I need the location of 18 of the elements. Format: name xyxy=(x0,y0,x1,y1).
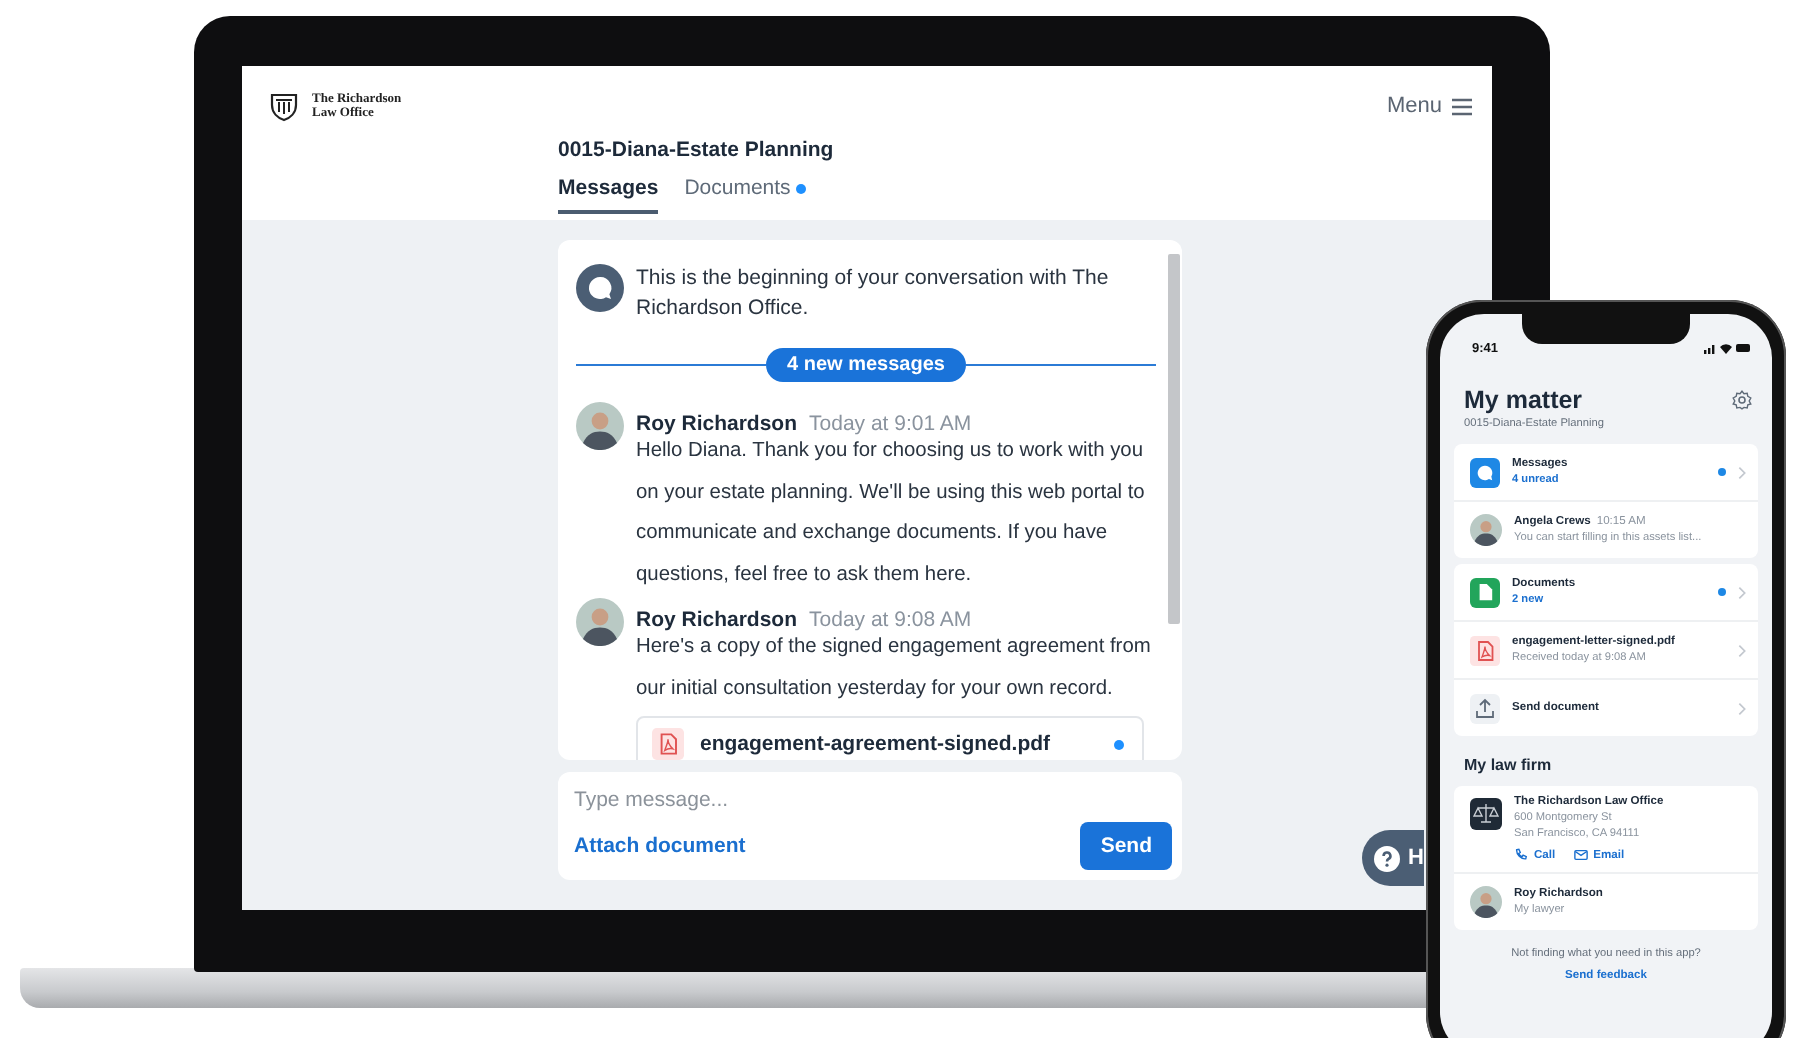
section-heading: My law firm xyxy=(1462,754,1554,778)
message-text: Here's a copy of the signed engagement agreement from our initial consultation yesterday for your own record. xyxy=(636,634,1153,703)
message-time: Today at 9:01 AM xyxy=(809,412,972,436)
conversation-intro: This is the beginning of your conversation with The Richardson Office. xyxy=(636,264,1111,324)
message-time: Today at 9:08 AM xyxy=(809,608,972,632)
screen-title: My matter xyxy=(1464,386,1583,414)
author-name: Roy Richardson xyxy=(636,412,798,436)
send-button[interactable]: Send xyxy=(1080,822,1172,870)
attachment-name: engagement-agreement-signed.pdf xyxy=(700,732,1051,756)
matter-title: 0015-Diana-Estate Planning xyxy=(558,138,836,162)
help-button[interactable]: H xyxy=(1362,830,1424,886)
author-name: Roy Richardson xyxy=(636,608,798,632)
tab[interactable]: Messages xyxy=(558,176,659,214)
new-messages-badge: 4 new messages xyxy=(765,348,967,382)
message-text: Hello Diana. Thank you for choosing us to work with you on your estate planning. We'll be using this web portal to communicate and exchange documents. If you have questions, feel free to ask them here. xyxy=(636,438,1147,589)
tab[interactable]: Documents xyxy=(684,176,807,214)
menu-button[interactable]: Menu xyxy=(1386,94,1472,118)
attach-document-link[interactable]: Attach document xyxy=(574,834,746,858)
